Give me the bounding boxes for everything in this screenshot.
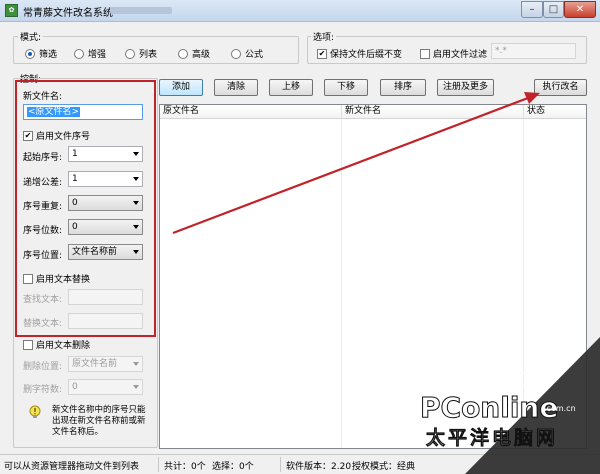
checkbox[interactable]: ✔ <box>317 48 327 59</box>
grid-header: 原文件名 新文件名 状态 <box>160 105 586 119</box>
watermark-logo: PConline .com.cn 太平洋电脑网 <box>410 337 600 474</box>
title-blur <box>110 7 172 14</box>
mode-option-advanced[interactable]: 高级 <box>178 47 210 60</box>
radio-button[interactable] <box>125 48 135 59</box>
delete-position-combo[interactable]: 原文件名前 <box>68 356 143 372</box>
chevron-down-icon <box>133 385 139 389</box>
status-drag-hint: 可以从资源管理器拖动文件到列表 <box>4 462 140 472</box>
keep-extension-checkbox[interactable]: ✔ 保持文件后缀不变 <box>317 47 402 60</box>
app-icon: ✿ <box>5 4 18 17</box>
mode-option-filter[interactable]: 筛选 <box>25 47 57 60</box>
checkbox[interactable] <box>420 48 430 59</box>
mode-option-list[interactable]: 列表 <box>125 47 157 60</box>
add-button[interactable]: 添加 <box>159 79 203 96</box>
info-bulb-icon <box>29 405 41 418</box>
hint-text: 新文件名称中的序号只能出现在新文件名称前或新文件名称后。 <box>52 405 146 437</box>
status-selected: 选择：0个 <box>212 462 254 472</box>
maximize-button[interactable]: □ <box>543 1 564 18</box>
status-total: 共计：0个 <box>164 462 206 472</box>
delete-position-label: 删除位置: <box>23 362 63 372</box>
watermark-cn: 太平洋电脑网 <box>426 427 559 450</box>
move-up-button[interactable]: 上移 <box>269 79 313 96</box>
radio-button[interactable] <box>231 48 241 59</box>
enable-delete-checkbox[interactable]: 启用文本删除 <box>23 338 90 351</box>
file-filter-checkbox[interactable]: 启用文件过滤 <box>420 47 487 60</box>
column-new-name[interactable]: 新文件名 <box>342 105 524 118</box>
status-version: 软件版本：2.20 <box>286 462 352 472</box>
mode-label: 模式: <box>18 30 44 43</box>
mode-option-enhance[interactable]: 增强 <box>74 47 106 60</box>
watermark-domain: .com.cn <box>544 404 576 413</box>
status-divider <box>158 457 159 472</box>
radio-button[interactable] <box>74 48 84 59</box>
filter-input[interactable]: *.* <box>491 43 576 59</box>
mode-option-formula[interactable]: 公式 <box>231 47 263 60</box>
delete-count-label: 删字符数: <box>23 385 63 395</box>
register-more-button[interactable]: 注册及更多 <box>437 79 494 96</box>
close-button[interactable]: ✕ <box>564 1 596 18</box>
status-divider <box>280 457 281 472</box>
status-license: 授权模式：经典 <box>352 462 416 472</box>
radio-button[interactable] <box>178 48 188 59</box>
chevron-down-icon <box>133 362 139 366</box>
window-title: 常青藤文件改名系统 <box>23 8 113 19</box>
annotation-highlight-box <box>15 80 156 337</box>
watermark-brand: PConline <box>419 391 559 425</box>
checkbox[interactable] <box>23 339 33 350</box>
title-bar: ✿ 常青藤文件改名系统 – □ ✕ <box>0 0 600 22</box>
clear-button[interactable]: 清除 <box>214 79 258 96</box>
column-original-name[interactable]: 原文件名 <box>160 105 342 118</box>
move-down-button[interactable]: 下移 <box>324 79 368 96</box>
column-divider <box>341 119 342 448</box>
execute-rename-button[interactable]: 执行改名 <box>534 79 587 96</box>
delete-count-combo[interactable]: 0 <box>68 379 143 395</box>
options-label: 选项: <box>311 30 337 43</box>
sort-button[interactable]: 排序 <box>380 79 426 96</box>
radio-button[interactable] <box>25 48 35 59</box>
main-window: ✿ 常青藤文件改名系统 – □ ✕ 模式: 筛选 增强 列表 高级 公式 选项:… <box>0 0 600 474</box>
minimize-button[interactable]: – <box>521 1 543 18</box>
column-status[interactable]: 状态 <box>524 105 586 118</box>
